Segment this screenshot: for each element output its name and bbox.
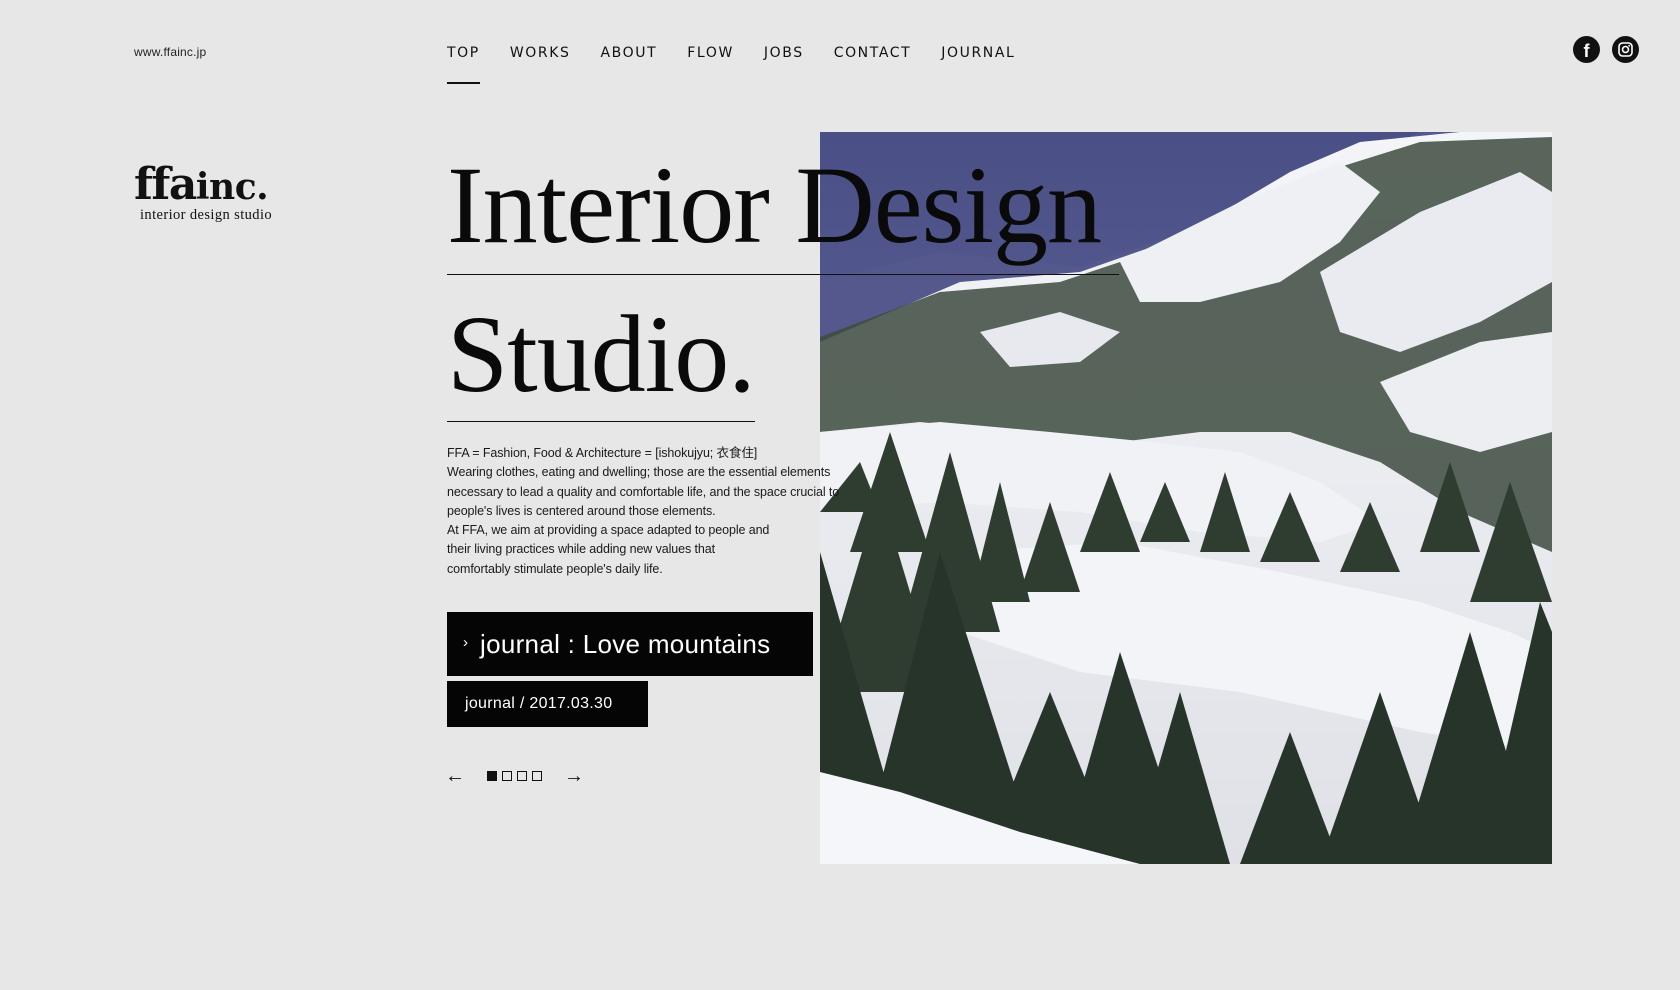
intro-line: their living practices while adding new … bbox=[447, 542, 715, 557]
logo-wordmark: ffainc. bbox=[134, 160, 304, 212]
logo-inc: inc. bbox=[195, 166, 269, 208]
next-arrow-icon[interactable]: → bbox=[564, 766, 584, 786]
intro-line: necessary to lead a quality and comforta… bbox=[447, 484, 840, 499]
main-nav: TOP WORKS ABOUT FLOW JOBS CONTACT JOURNA… bbox=[447, 44, 1045, 84]
instagram-glyph bbox=[1618, 42, 1633, 57]
headline-line-2: Studio. bbox=[447, 299, 756, 422]
nav-works[interactable]: WORKS bbox=[510, 44, 571, 62]
nav-flow[interactable]: FLOW bbox=[687, 44, 734, 62]
logo[interactable]: ffainc. interior design studio bbox=[134, 160, 304, 223]
prev-arrow-icon[interactable]: ← bbox=[445, 766, 465, 786]
nav-journal[interactable]: JOURNAL bbox=[941, 44, 1015, 62]
slider-dots bbox=[487, 771, 542, 781]
slider-dot[interactable] bbox=[517, 771, 527, 781]
intro-text: FFA = Fashion, Food & Architecture = [is… bbox=[447, 444, 847, 579]
slider-dot[interactable] bbox=[532, 771, 542, 781]
instagram-icon[interactable] bbox=[1612, 36, 1639, 63]
nav-top[interactable]: TOP bbox=[447, 44, 480, 84]
site-url[interactable]: www.ffainc.jp bbox=[134, 45, 206, 59]
logo-tagline: interior design studio bbox=[140, 207, 273, 223]
slider-dot[interactable] bbox=[487, 771, 497, 781]
intro-line: Wearing clothes, eating and dwelling; th… bbox=[447, 465, 831, 480]
intro-line: comfortably stimulate people's daily lif… bbox=[447, 561, 663, 576]
journal-meta: journal / 2017.03.30 bbox=[447, 681, 648, 727]
hero-headline: Interior Design Studio. bbox=[447, 150, 1119, 422]
headline-line-1: Interior Design bbox=[447, 150, 1119, 275]
nav-about[interactable]: ABOUT bbox=[601, 44, 658, 62]
journal-title: journal : Love mountains bbox=[480, 628, 771, 659]
slider-pager: ← → bbox=[445, 766, 584, 786]
intro-line: FFA = Fashion, Food & Architecture = [is… bbox=[447, 446, 758, 460]
journal-link-button[interactable]: › journal : Love mountains bbox=[447, 612, 813, 676]
chevron-right-icon: › bbox=[463, 634, 468, 651]
nav-jobs[interactable]: JOBS bbox=[764, 44, 804, 62]
facebook-icon[interactable]: f bbox=[1573, 36, 1600, 63]
facebook-letter: f bbox=[1583, 41, 1590, 61]
logo-ffa: ffa bbox=[134, 159, 197, 210]
intro-line: At FFA, we aim at providing a space adap… bbox=[447, 523, 770, 538]
nav-contact[interactable]: CONTACT bbox=[834, 44, 912, 62]
social-links: f bbox=[1573, 36, 1639, 63]
slider-dot[interactable] bbox=[502, 771, 512, 781]
intro-line: people's lives is centered around those … bbox=[447, 503, 716, 518]
